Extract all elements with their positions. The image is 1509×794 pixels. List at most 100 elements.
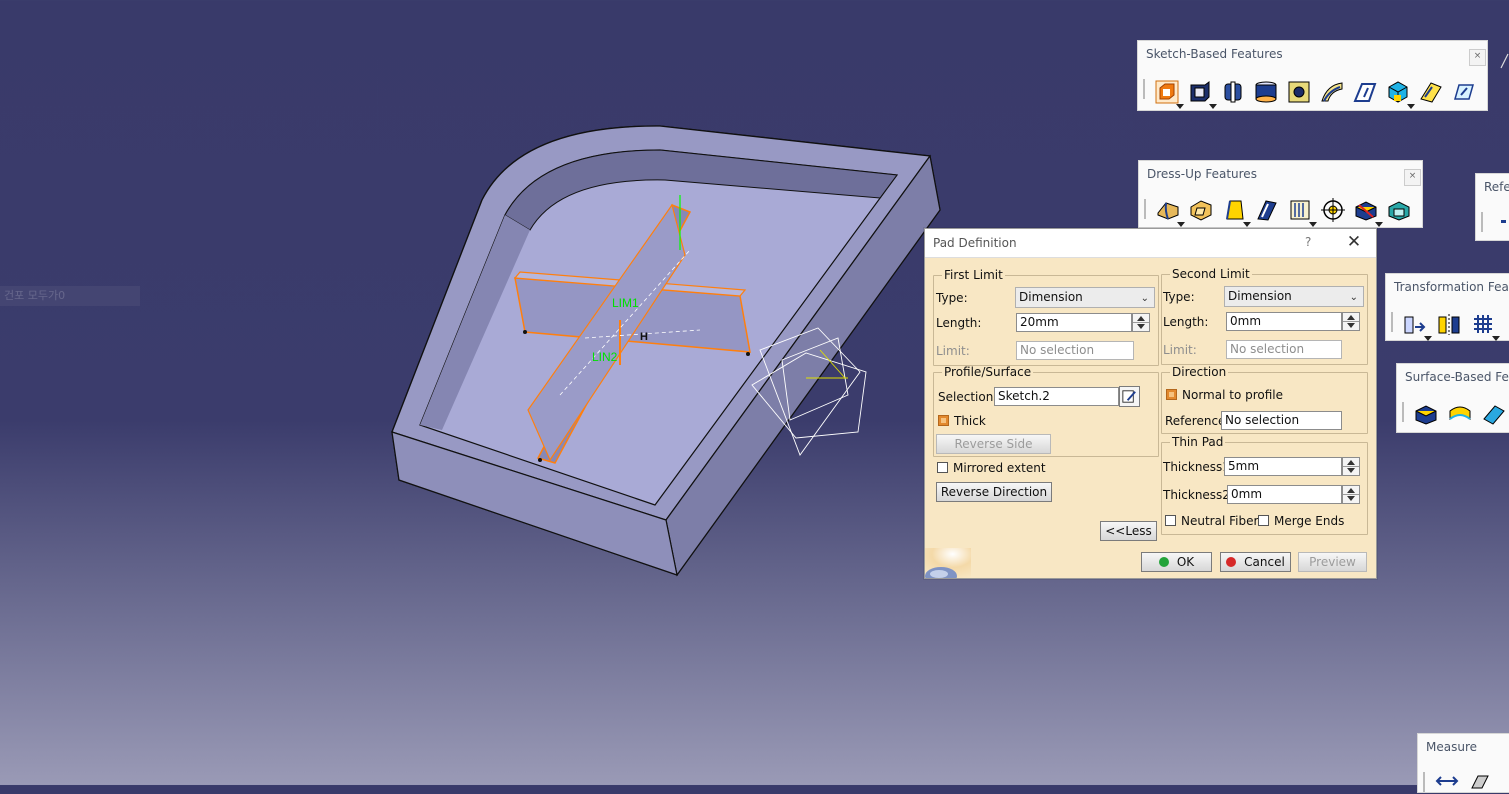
- reference-input[interactable]: No selection: [1221, 411, 1342, 430]
- first-type-dropdown[interactable]: Dimension ⌄: [1015, 287, 1155, 308]
- sketch-edit-icon: [1122, 390, 1136, 403]
- reverse-side-button[interactable]: Reverse Side: [936, 434, 1051, 454]
- hole-icon[interactable]: [1286, 79, 1312, 105]
- merge-ends-checkbox[interactable]: [1258, 515, 1269, 526]
- slot-icon[interactable]: [1352, 79, 1378, 105]
- toolbar-title: Sketch-Based Features: [1146, 47, 1283, 61]
- multi-sections-solid-icon[interactable]: [1385, 79, 1415, 109]
- reverse-direction-button[interactable]: Reverse Direction: [936, 482, 1052, 502]
- thick-surface-icon[interactable]: [1447, 401, 1473, 427]
- offscreen-toolbar-icon: [1500, 53, 1509, 69]
- close-surface-icon[interactable]: [1481, 401, 1507, 427]
- thickness1-spinner[interactable]: [1342, 457, 1360, 476]
- toolbar-grip[interactable]: [1143, 79, 1145, 99]
- cancel-led-icon: [1226, 557, 1237, 567]
- shaft-icon[interactable]: [1220, 79, 1246, 105]
- toolbar-grip[interactable]: [1481, 212, 1483, 232]
- toolbar-close-button[interactable]: ×: [1404, 169, 1421, 186]
- first-limit-legend: First Limit: [944, 268, 1003, 282]
- thickness-icon[interactable]: [1287, 197, 1317, 227]
- thickness1-input[interactable]: 5mm: [1224, 457, 1342, 476]
- thick-checkbox[interactable]: [938, 415, 949, 426]
- replace-face-icon[interactable]: [1386, 197, 1412, 223]
- thin-pad-legend: Thin Pad: [1172, 435, 1224, 449]
- close-button[interactable]: ✕: [1343, 231, 1365, 253]
- merge-ends-label: Merge Ends: [1274, 514, 1345, 528]
- dialog-titlebar[interactable]: Pad Definition ? ✕: [925, 229, 1376, 258]
- hidden-status-tab: 건포 모두가0: [0, 286, 140, 306]
- catia-logo-icon: [925, 548, 971, 578]
- measure-item-icon[interactable]: [1468, 768, 1494, 794]
- dialog-title: Pad Definition: [933, 236, 1017, 250]
- second-type-label: Type:: [1163, 290, 1195, 304]
- first-length-spinner[interactable]: [1132, 313, 1150, 332]
- preview-button[interactable]: Preview: [1298, 552, 1367, 572]
- sketcher-edit-button[interactable]: [1119, 386, 1140, 407]
- second-type-dropdown[interactable]: Dimension ⌄: [1224, 286, 1364, 307]
- help-button[interactable]: ?: [1305, 235, 1311, 249]
- toolbar-transformation-features[interactable]: Transformation Featu...: [1385, 273, 1509, 341]
- neutral-fiber-checkbox[interactable]: [1165, 515, 1176, 526]
- rectangular-pattern-icon[interactable]: [1470, 311, 1500, 341]
- toolbar-grip[interactable]: [1391, 312, 1393, 332]
- toolbar-close-button[interactable]: ×: [1469, 49, 1486, 66]
- cancel-label: Cancel: [1244, 555, 1285, 569]
- thickness1-label: Thickness1: [1163, 460, 1230, 474]
- ok-led-icon: [1158, 557, 1169, 567]
- toolbar-sketch-based-features[interactable]: Sketch-Based Features ×: [1137, 40, 1488, 111]
- mirror-icon[interactable]: [1436, 311, 1462, 337]
- first-length-label: Length:: [936, 316, 982, 330]
- second-limit-input[interactable]: No selection: [1226, 340, 1342, 359]
- toolbar-grip[interactable]: [1423, 772, 1425, 792]
- normal-to-profile-checkbox[interactable]: [1166, 389, 1177, 400]
- second-length-input[interactable]: 0mm: [1226, 312, 1342, 331]
- toolbar-title: Dress-Up Features: [1147, 167, 1257, 181]
- groove-icon[interactable]: [1253, 79, 1279, 105]
- toolbar-measure[interactable]: Measure: [1417, 733, 1509, 793]
- second-type-value: Dimension: [1228, 289, 1292, 303]
- ok-label: OK: [1176, 555, 1195, 569]
- mirrored-extent-label: Mirrored extent: [953, 461, 1046, 475]
- reference-label: Reference:: [1165, 414, 1230, 428]
- ok-button[interactable]: OK: [1141, 552, 1212, 572]
- first-limit-input[interactable]: No selection: [1016, 341, 1134, 360]
- chevron-down-icon: ⌄: [1140, 293, 1149, 304]
- draft-icon[interactable]: [1221, 197, 1251, 227]
- shell-icon[interactable]: [1254, 197, 1280, 223]
- second-length-label: Length:: [1163, 315, 1209, 329]
- profile-surface-legend: Profile/Surface: [944, 365, 1032, 379]
- selection-input[interactable]: Sketch.2: [994, 387, 1119, 406]
- translation-icon[interactable]: [1402, 311, 1432, 341]
- rib-icon[interactable]: [1319, 79, 1345, 105]
- sketch-constraint-h: H: [640, 331, 648, 343]
- remove-face-icon[interactable]: [1353, 197, 1383, 227]
- toolbar-dress-up-features[interactable]: Dress-Up Features ×: [1138, 160, 1423, 228]
- point-icon[interactable]: [1501, 220, 1506, 223]
- measure-between-icon[interactable]: [1434, 768, 1460, 794]
- split-icon[interactable]: [1413, 401, 1439, 427]
- cancel-button[interactable]: Cancel: [1220, 552, 1291, 572]
- second-limit-label: Limit:: [1163, 343, 1197, 357]
- toolbar-reference-elements[interactable]: Refer: [1475, 173, 1509, 241]
- thickness2-input[interactable]: 0mm: [1227, 485, 1342, 504]
- removed-multi-sections-icon[interactable]: [1418, 79, 1444, 105]
- chamfer-icon[interactable]: [1188, 197, 1214, 223]
- chevron-down-icon: ⌄: [1349, 292, 1358, 303]
- solid-combine-icon[interactable]: [1451, 79, 1477, 105]
- second-length-spinner[interactable]: [1342, 312, 1360, 331]
- pad-icon[interactable]: [1154, 79, 1184, 109]
- mirrored-extent-checkbox[interactable]: [937, 462, 948, 473]
- toolbar-grip[interactable]: [1144, 199, 1146, 219]
- first-length-input[interactable]: 20mm: [1016, 313, 1132, 332]
- toolbar-surface-based-features[interactable]: Surface-Based Featu: [1396, 363, 1509, 433]
- edge-fillet-icon[interactable]: [1155, 197, 1185, 227]
- pocket-icon[interactable]: [1187, 79, 1217, 109]
- thickness2-spinner[interactable]: [1342, 485, 1360, 504]
- toolbar-title: Measure: [1426, 740, 1477, 754]
- less-button[interactable]: <<Less: [1100, 521, 1157, 541]
- thread-icon[interactable]: [1320, 197, 1346, 223]
- pad-definition-dialog[interactable]: Pad Definition ? ✕ First Limit Type: Dim…: [924, 228, 1377, 579]
- first-type-label: Type:: [936, 291, 968, 305]
- toolbar-grip[interactable]: [1402, 402, 1404, 422]
- sketch-label-limit1: LIM1: [612, 296, 639, 310]
